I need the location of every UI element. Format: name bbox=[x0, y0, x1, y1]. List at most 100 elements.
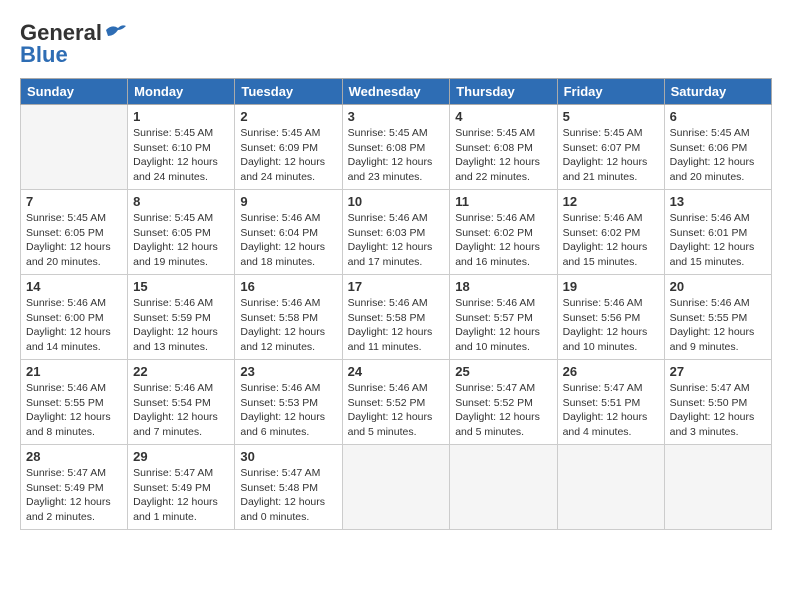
calendar-cell: 20 Sunrise: 5:46 AM Sunset: 5:55 PM Dayli… bbox=[664, 275, 771, 360]
header-tuesday: Tuesday bbox=[235, 79, 342, 105]
calendar-cell: 21Sunrise: 5:46 AM Sunset: 5:55 PM Dayli… bbox=[21, 360, 128, 445]
day-info: Sunrise: 5:45 AM Sunset: 6:08 PM Dayligh… bbox=[455, 126, 551, 185]
calendar-cell: 12 Sunrise: 5:46 AM Sunset: 6:02 PM Dayli… bbox=[557, 190, 664, 275]
calendar-cell: 25 Sunrise: 5:47 AM Sunset: 5:52 PM Dayli… bbox=[450, 360, 557, 445]
day-info: Sunrise: 5:46 AM Sunset: 5:52 PM Dayligh… bbox=[348, 381, 445, 440]
calendar-cell: 19 Sunrise: 5:46 AM Sunset: 5:56 PM Dayli… bbox=[557, 275, 664, 360]
calendar-cell bbox=[342, 445, 450, 530]
logo: General Blue bbox=[20, 20, 126, 68]
day-number: 17 bbox=[348, 279, 445, 294]
day-info: Sunrise: 5:47 AM Sunset: 5:48 PM Dayligh… bbox=[240, 466, 336, 525]
header-thursday: Thursday bbox=[450, 79, 557, 105]
day-number: 21 bbox=[26, 364, 122, 379]
day-info: Sunrise: 5:46 AM Sunset: 5:58 PM Dayligh… bbox=[348, 296, 445, 355]
day-number: 9 bbox=[240, 194, 336, 209]
day-number: 15 bbox=[133, 279, 229, 294]
day-number: 14 bbox=[26, 279, 122, 294]
calendar-cell: 4 Sunrise: 5:45 AM Sunset: 6:08 PM Daylig… bbox=[450, 105, 557, 190]
calendar-cell: 22Sunrise: 5:46 AM Sunset: 5:54 PM Dayli… bbox=[128, 360, 235, 445]
week-row-2: 7 Sunrise: 5:45 AM Sunset: 6:05 PM Daylig… bbox=[21, 190, 772, 275]
day-info: Sunrise: 5:46 AM Sunset: 6:02 PM Dayligh… bbox=[563, 211, 659, 270]
day-number: 8 bbox=[133, 194, 229, 209]
day-number: 19 bbox=[563, 279, 659, 294]
day-info: Sunrise: 5:46 AM Sunset: 6:04 PM Dayligh… bbox=[240, 211, 336, 270]
header-saturday: Saturday bbox=[664, 79, 771, 105]
calendar-cell: 14Sunrise: 5:46 AM Sunset: 6:00 PM Dayli… bbox=[21, 275, 128, 360]
logo-bird-icon bbox=[104, 22, 126, 40]
day-number: 6 bbox=[670, 109, 766, 124]
calendar-cell: 16 Sunrise: 5:46 AM Sunset: 5:58 PM Dayli… bbox=[235, 275, 342, 360]
calendar-cell: 29 Sunrise: 5:47 AM Sunset: 5:49 PM Dayli… bbox=[128, 445, 235, 530]
calendar-cell: 6 Sunrise: 5:45 AM Sunset: 6:06 PM Daylig… bbox=[664, 105, 771, 190]
calendar-cell: 13 Sunrise: 5:46 AM Sunset: 6:01 PM Dayli… bbox=[664, 190, 771, 275]
day-info: Sunrise: 5:46 AM Sunset: 5:59 PM Dayligh… bbox=[133, 296, 229, 355]
day-number: 20 bbox=[670, 279, 766, 294]
calendar-cell bbox=[664, 445, 771, 530]
day-number: 18 bbox=[455, 279, 551, 294]
header-friday: Friday bbox=[557, 79, 664, 105]
calendar-cell: 9 Sunrise: 5:46 AM Sunset: 6:04 PM Daylig… bbox=[235, 190, 342, 275]
day-number: 28 bbox=[26, 449, 122, 464]
day-info: Sunrise: 5:46 AM Sunset: 5:53 PM Dayligh… bbox=[240, 381, 336, 440]
week-row-4: 21Sunrise: 5:46 AM Sunset: 5:55 PM Dayli… bbox=[21, 360, 772, 445]
calendar-cell: 10Sunrise: 5:46 AM Sunset: 6:03 PM Dayli… bbox=[342, 190, 450, 275]
calendar-cell: 17 Sunrise: 5:46 AM Sunset: 5:58 PM Dayli… bbox=[342, 275, 450, 360]
header-monday: Monday bbox=[128, 79, 235, 105]
day-number: 2 bbox=[240, 109, 336, 124]
day-info: Sunrise: 5:47 AM Sunset: 5:49 PM Dayligh… bbox=[133, 466, 229, 525]
calendar-cell: 28Sunrise: 5:47 AM Sunset: 5:49 PM Dayli… bbox=[21, 445, 128, 530]
calendar-cell: 3Sunrise: 5:45 AM Sunset: 6:08 PM Daylig… bbox=[342, 105, 450, 190]
day-number: 13 bbox=[670, 194, 766, 209]
day-info: Sunrise: 5:46 AM Sunset: 6:01 PM Dayligh… bbox=[670, 211, 766, 270]
calendar-cell: 18 Sunrise: 5:46 AM Sunset: 5:57 PM Dayli… bbox=[450, 275, 557, 360]
day-number: 26 bbox=[563, 364, 659, 379]
day-number: 24 bbox=[348, 364, 445, 379]
calendar-table: SundayMondayTuesdayWednesdayThursdayFrid… bbox=[20, 78, 772, 530]
day-info: Sunrise: 5:45 AM Sunset: 6:05 PM Dayligh… bbox=[133, 211, 229, 270]
calendar-cell: 1 Sunrise: 5:45 AM Sunset: 6:10 PM Daylig… bbox=[128, 105, 235, 190]
day-number: 29 bbox=[133, 449, 229, 464]
day-info: Sunrise: 5:46 AM Sunset: 5:55 PM Dayligh… bbox=[670, 296, 766, 355]
week-row-3: 14Sunrise: 5:46 AM Sunset: 6:00 PM Dayli… bbox=[21, 275, 772, 360]
day-info: Sunrise: 5:45 AM Sunset: 6:10 PM Dayligh… bbox=[133, 126, 229, 185]
day-info: Sunrise: 5:45 AM Sunset: 6:08 PM Dayligh… bbox=[348, 126, 445, 185]
calendar-cell: 30 Sunrise: 5:47 AM Sunset: 5:48 PM Dayli… bbox=[235, 445, 342, 530]
day-info: Sunrise: 5:47 AM Sunset: 5:51 PM Dayligh… bbox=[563, 381, 659, 440]
header-wednesday: Wednesday bbox=[342, 79, 450, 105]
day-info: Sunrise: 5:46 AM Sunset: 5:58 PM Dayligh… bbox=[240, 296, 336, 355]
page-header: General Blue bbox=[20, 20, 772, 68]
calendar-cell: 5 Sunrise: 5:45 AM Sunset: 6:07 PM Daylig… bbox=[557, 105, 664, 190]
day-number: 30 bbox=[240, 449, 336, 464]
day-number: 5 bbox=[563, 109, 659, 124]
calendar-cell: 23Sunrise: 5:46 AM Sunset: 5:53 PM Dayli… bbox=[235, 360, 342, 445]
day-info: Sunrise: 5:46 AM Sunset: 5:57 PM Dayligh… bbox=[455, 296, 551, 355]
calendar-cell: 15 Sunrise: 5:46 AM Sunset: 5:59 PM Dayli… bbox=[128, 275, 235, 360]
day-info: Sunrise: 5:46 AM Sunset: 5:56 PM Dayligh… bbox=[563, 296, 659, 355]
day-info: Sunrise: 5:46 AM Sunset: 6:02 PM Dayligh… bbox=[455, 211, 551, 270]
day-number: 12 bbox=[563, 194, 659, 209]
day-info: Sunrise: 5:45 AM Sunset: 6:05 PM Dayligh… bbox=[26, 211, 122, 270]
week-row-5: 28 Sunrise: 5:47 AM Sunset: 5:49 PM Dayli… bbox=[21, 445, 772, 530]
day-number: 1 bbox=[133, 109, 229, 124]
day-number: 25 bbox=[455, 364, 551, 379]
calendar-cell: 2 Sunrise: 5:45 AM Sunset: 6:09 PM Daylig… bbox=[235, 105, 342, 190]
calendar-cell bbox=[450, 445, 557, 530]
day-info: Sunrise: 5:45 AM Sunset: 6:09 PM Dayligh… bbox=[240, 126, 336, 185]
day-number: 4 bbox=[455, 109, 551, 124]
day-number: 22 bbox=[133, 364, 229, 379]
day-number: 16 bbox=[240, 279, 336, 294]
week-row-1: 1 Sunrise: 5:45 AM Sunset: 6:10 PM Daylig… bbox=[21, 105, 772, 190]
day-info: Sunrise: 5:45 AM Sunset: 6:07 PM Dayligh… bbox=[563, 126, 659, 185]
logo-blue: Blue bbox=[20, 42, 68, 68]
calendar-cell bbox=[557, 445, 664, 530]
calendar-cell: 24 Sunrise: 5:46 AM Sunset: 5:52 PM Dayli… bbox=[342, 360, 450, 445]
day-number: 7 bbox=[26, 194, 122, 209]
day-number: 27 bbox=[670, 364, 766, 379]
day-info: Sunrise: 5:45 AM Sunset: 6:06 PM Dayligh… bbox=[670, 126, 766, 185]
calendar-cell: 7 Sunrise: 5:45 AM Sunset: 6:05 PM Daylig… bbox=[21, 190, 128, 275]
calendar-cell: 26 Sunrise: 5:47 AM Sunset: 5:51 PM Dayli… bbox=[557, 360, 664, 445]
day-info: Sunrise: 5:47 AM Sunset: 5:52 PM Dayligh… bbox=[455, 381, 551, 440]
day-info: Sunrise: 5:47 AM Sunset: 5:50 PM Dayligh… bbox=[670, 381, 766, 440]
calendar-cell bbox=[21, 105, 128, 190]
calendar-cell: 8 Sunrise: 5:45 AM Sunset: 6:05 PM Daylig… bbox=[128, 190, 235, 275]
